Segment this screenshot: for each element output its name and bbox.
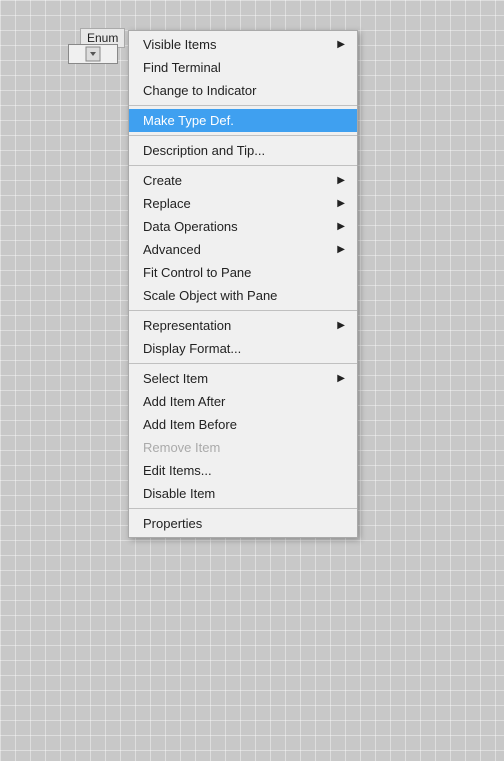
menu-item-label-remove-item: Remove Item (143, 440, 220, 455)
menu-item-label-fit-control: Fit Control to Pane (143, 265, 251, 280)
menu-item-disable-item[interactable]: Disable Item (129, 482, 357, 505)
submenu-arrow-representation: ▶ (337, 320, 345, 331)
menu-item-label-visible-items: Visible Items (143, 37, 216, 52)
submenu-arrow-advanced: ▶ (337, 244, 345, 255)
menu-separator (129, 135, 357, 136)
menu-item-find-terminal[interactable]: Find Terminal (129, 56, 357, 79)
submenu-arrow-data-operations: ▶ (337, 221, 345, 232)
menu-item-label-properties: Properties (143, 516, 202, 531)
menu-item-add-item-before[interactable]: Add Item Before (129, 413, 357, 436)
menu-item-properties[interactable]: Properties (129, 512, 357, 535)
menu-item-representation[interactable]: Representation ▶ (129, 314, 357, 337)
menu-item-data-operations[interactable]: Data Operations ▶ (129, 215, 357, 238)
menu-item-label-add-item-before: Add Item Before (143, 417, 237, 432)
menu-item-label-add-item-after: Add Item After (143, 394, 225, 409)
menu-item-label-advanced: Advanced (143, 242, 201, 257)
menu-item-label-select-item: Select Item (143, 371, 208, 386)
menu-item-change-to-indicator[interactable]: Change to Indicator (129, 79, 357, 102)
menu-separator (129, 508, 357, 509)
menu-item-label-create: Create (143, 173, 182, 188)
submenu-arrow-select-item: ▶ (337, 373, 345, 384)
menu-separator (129, 363, 357, 364)
menu-item-label-edit-items: Edit Items... (143, 463, 212, 478)
menu-item-label-data-operations: Data Operations (143, 219, 238, 234)
submenu-arrow-visible-items: ▶ (337, 39, 345, 50)
submenu-arrow-replace: ▶ (337, 198, 345, 209)
menu-item-edit-items[interactable]: Edit Items... (129, 459, 357, 482)
menu-item-create[interactable]: Create ▶ (129, 169, 357, 192)
menu-item-fit-control[interactable]: Fit Control to Pane (129, 261, 357, 284)
menu-item-visible-items[interactable]: Visible Items ▶ (129, 33, 357, 56)
menu-item-select-item[interactable]: Select Item ▶ (129, 367, 357, 390)
context-menu: Visible Items ▶ Find Terminal Change to Ind… (128, 30, 358, 538)
menu-item-make-type-def[interactable]: Make Type Def. (129, 109, 357, 132)
enum-control[interactable] (68, 44, 118, 64)
menu-item-add-item-after[interactable]: Add Item After (129, 390, 357, 413)
menu-item-label-replace: Replace (143, 196, 191, 211)
menu-item-label-disable-item: Disable Item (143, 486, 215, 501)
menu-item-label-description-and-tip: Description and Tip... (143, 143, 265, 158)
menu-separator (129, 105, 357, 106)
menu-separator (129, 165, 357, 166)
menu-separator (129, 310, 357, 311)
menu-item-label-scale-object: Scale Object with Pane (143, 288, 277, 303)
menu-item-description-and-tip[interactable]: Description and Tip... (129, 139, 357, 162)
menu-item-label-find-terminal: Find Terminal (143, 60, 221, 75)
menu-item-remove-item: Remove Item (129, 436, 357, 459)
menu-item-label-change-to-indicator: Change to Indicator (143, 83, 256, 98)
menu-item-label-make-type-def: Make Type Def. (143, 113, 234, 128)
submenu-arrow-create: ▶ (337, 175, 345, 186)
menu-item-scale-object[interactable]: Scale Object with Pane (129, 284, 357, 307)
menu-item-label-display-format: Display Format... (143, 341, 241, 356)
menu-item-label-representation: Representation (143, 318, 231, 333)
menu-item-replace[interactable]: Replace ▶ (129, 192, 357, 215)
menu-item-advanced[interactable]: Advanced ▶ (129, 238, 357, 261)
menu-item-display-format[interactable]: Display Format... (129, 337, 357, 360)
